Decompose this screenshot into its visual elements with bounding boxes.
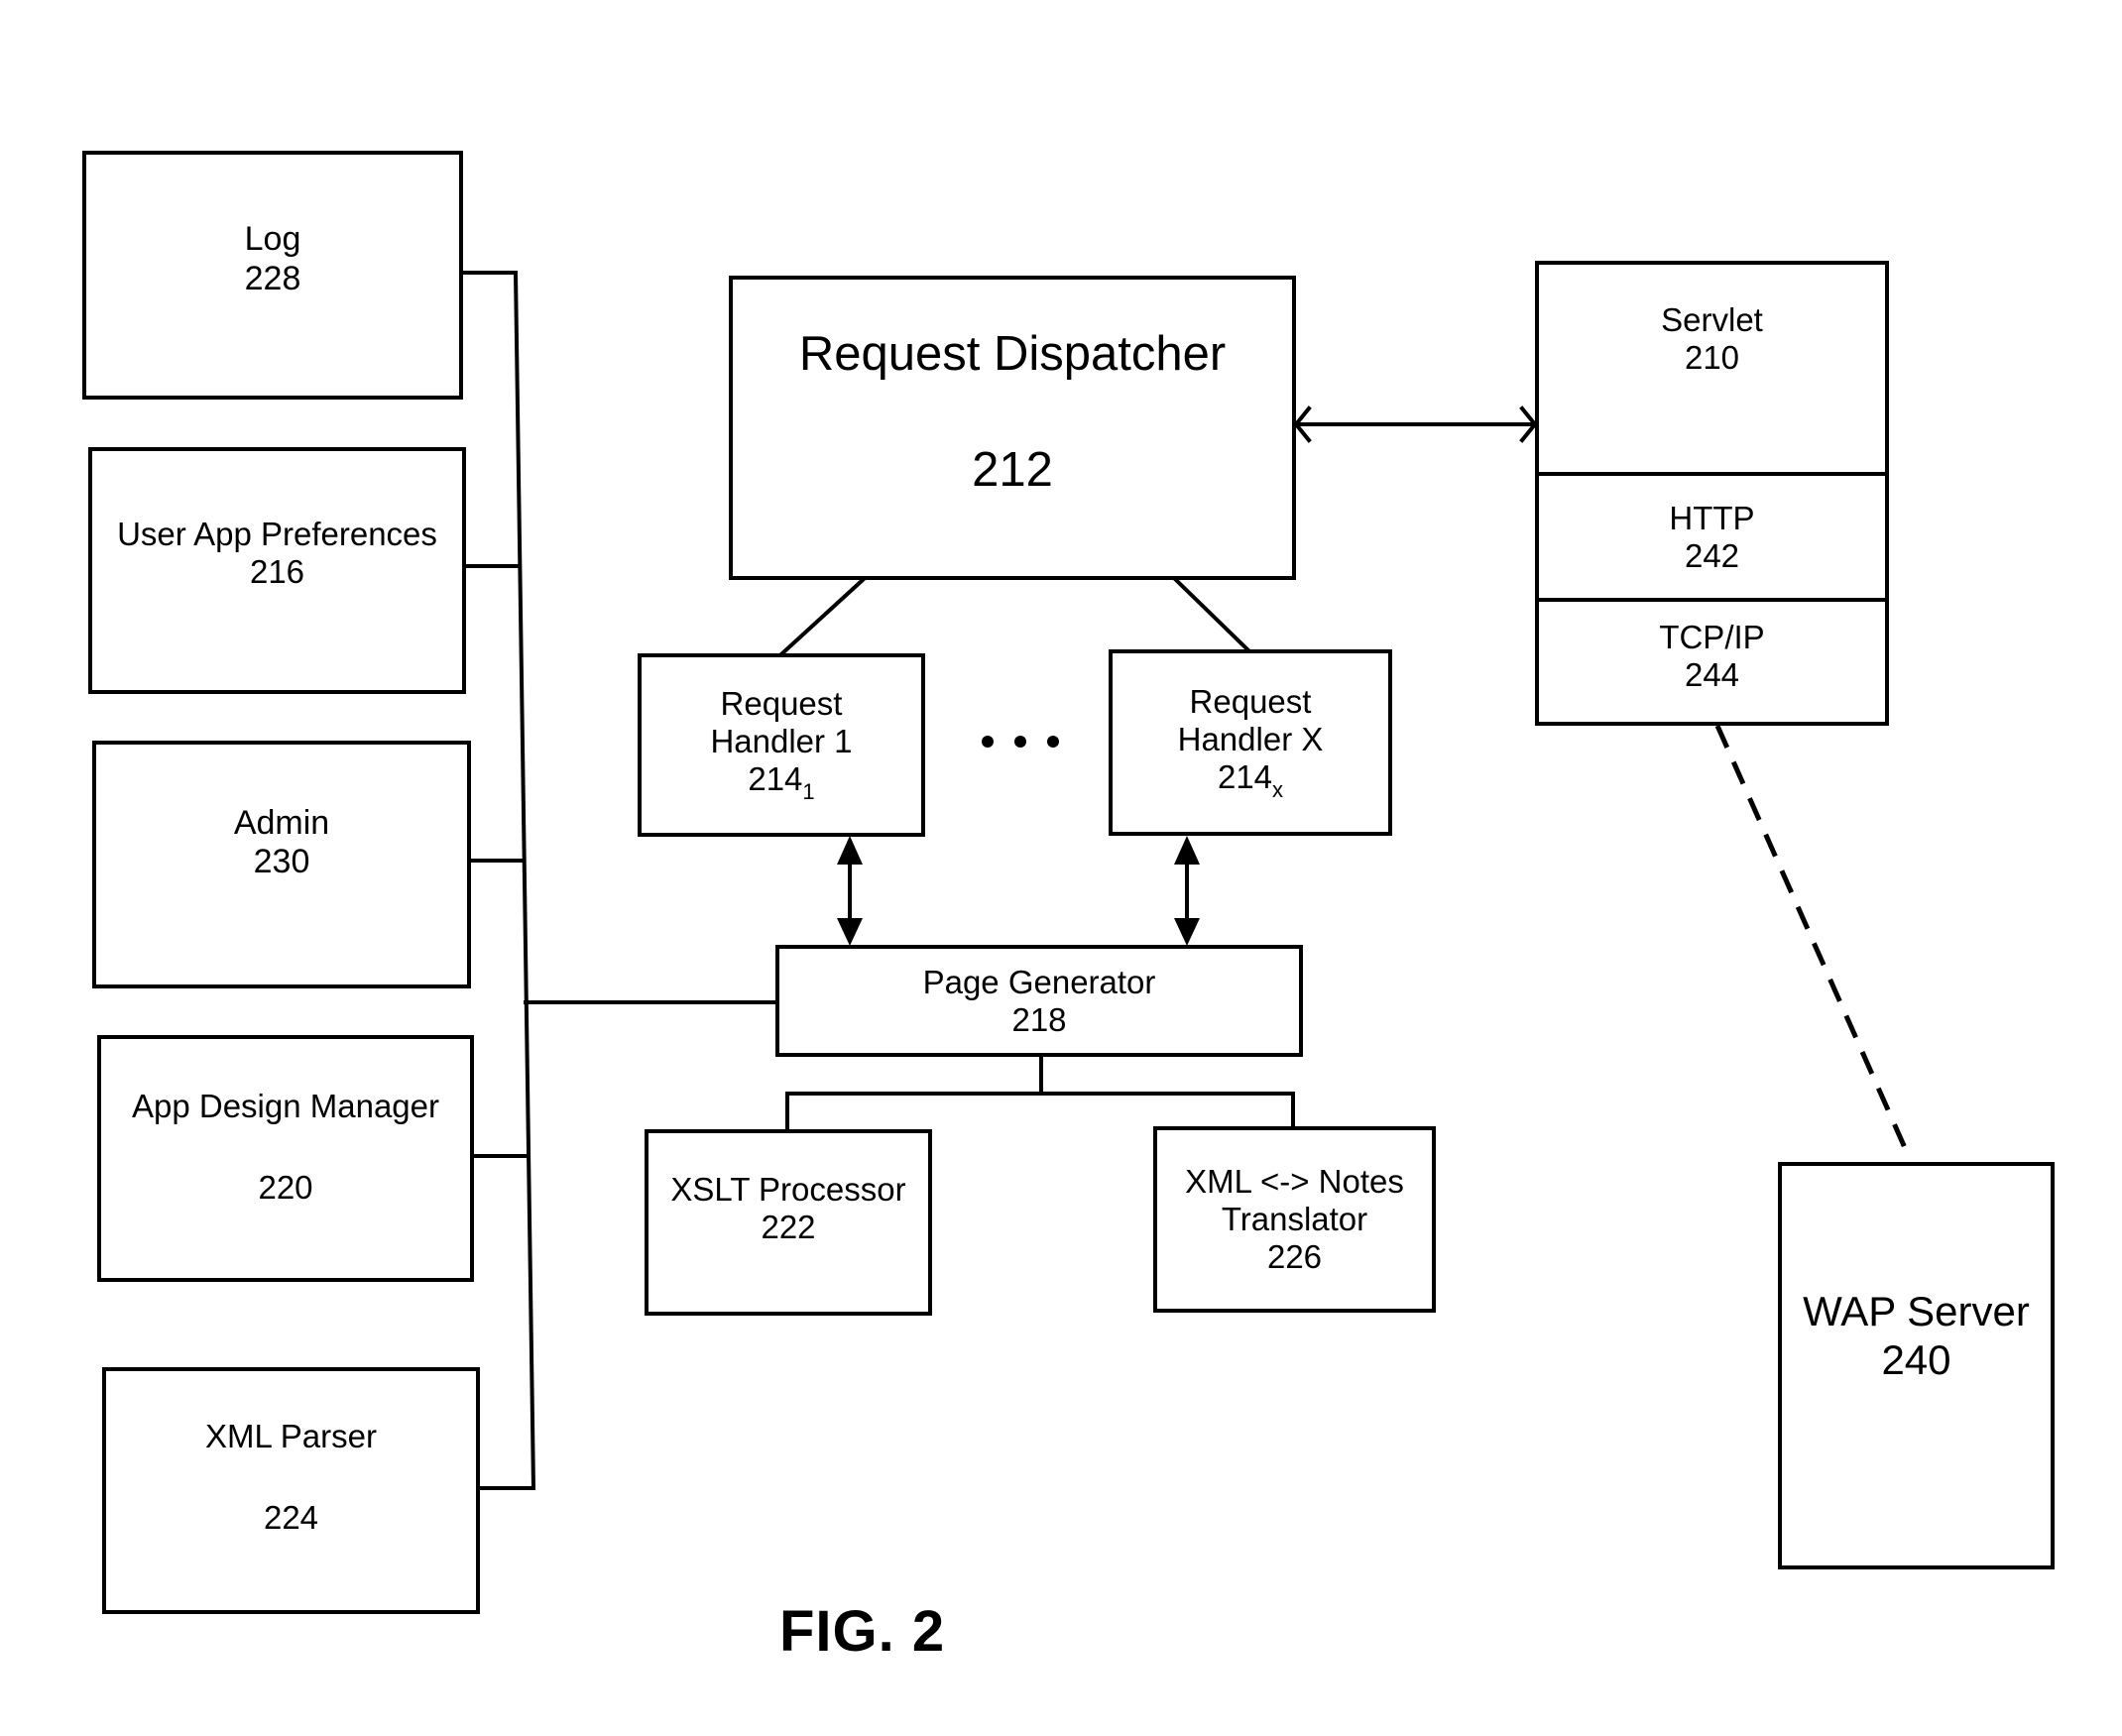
http-label: HTTP bbox=[1669, 499, 1755, 536]
tcpip-ref: 244 bbox=[1684, 655, 1740, 693]
log-ref: 228 bbox=[244, 259, 301, 297]
xslt-processor-label: XSLT Processor bbox=[670, 1171, 906, 1209]
rd-handler1-line bbox=[779, 577, 866, 656]
wap-server-label: WAP Server bbox=[1803, 1288, 2030, 1335]
rd-handlerx-line bbox=[1173, 577, 1250, 652]
request-handler-1-box: Request Handler 1 2141 bbox=[638, 653, 925, 837]
pg-children-bracket bbox=[785, 1092, 1295, 1131]
admin-label: Admin bbox=[233, 803, 330, 842]
handler1-arrowhead-up bbox=[837, 836, 863, 865]
page-generator-box: Page Generator 218 bbox=[775, 945, 1303, 1057]
tcpip-layer: TCP/IP 244 bbox=[1539, 602, 1885, 726]
xml-notes-translator-line1: XML <-> Notes bbox=[1185, 1163, 1404, 1201]
request-handler-x-box: Request Handler X 214x bbox=[1109, 649, 1392, 836]
xml-parser-box: XML Parser 224 bbox=[102, 1367, 480, 1614]
tcpip-label: TCP/IP bbox=[1659, 618, 1765, 655]
servlet-protocol-stack: Servlet 210 HTTP 242 TCP/IP 244 bbox=[1535, 261, 1889, 726]
http-layer: HTTP 242 bbox=[1539, 476, 1885, 602]
admin-box: Admin 230 bbox=[92, 741, 471, 988]
request-handler-x-line1: Request bbox=[1189, 682, 1312, 720]
request-handler-1-subscript: 1 bbox=[802, 779, 815, 805]
admin-ref: 230 bbox=[253, 843, 310, 880]
user-app-preferences-ref: 216 bbox=[249, 552, 305, 590]
xml-notes-translator-ref: 226 bbox=[1266, 1237, 1323, 1275]
xml-parser-label: XML Parser bbox=[205, 1417, 377, 1454]
ellipsis-dot bbox=[982, 736, 994, 748]
wap-server-box: WAP Server 240 bbox=[1778, 1162, 2055, 1569]
request-handler-x-subscript: x bbox=[1272, 776, 1284, 802]
request-dispatcher-box: Request Dispatcher 212 bbox=[729, 276, 1296, 580]
request-handler-x-ref-line: 214x bbox=[1218, 758, 1283, 802]
figure-caption: FIG. 2 bbox=[779, 1599, 946, 1664]
app-design-manager-box: App Design Manager 220 bbox=[97, 1035, 474, 1282]
servlet-ref: 210 bbox=[1684, 338, 1740, 376]
request-dispatcher-ref: 212 bbox=[972, 442, 1053, 497]
request-handler-1-line2: Handler 1 bbox=[710, 723, 853, 760]
servlet-label: Servlet bbox=[1661, 300, 1763, 338]
request-handler-x-line2: Handler X bbox=[1177, 720, 1324, 757]
request-handler-1-ref: 214 bbox=[748, 760, 803, 798]
app-design-manager-ref: 220 bbox=[258, 1168, 313, 1206]
servlet-layer: Servlet 210 bbox=[1539, 265, 1885, 476]
xml-notes-translator-line2: Translator bbox=[1221, 1201, 1368, 1238]
wap-server-ref: 240 bbox=[1881, 1335, 1951, 1383]
ellipsis-dot bbox=[1014, 736, 1026, 748]
xml-notes-translator-box: XML <-> Notes Translator 226 bbox=[1153, 1126, 1436, 1313]
handlerx-arrowhead-down bbox=[1174, 918, 1200, 946]
page-generator-label: Page Generator bbox=[922, 963, 1156, 1000]
request-handler-1-line1: Request bbox=[720, 685, 843, 723]
tcpip-wap-dashed-link bbox=[1714, 724, 1909, 1152]
handler1-arrowhead-down bbox=[837, 918, 863, 946]
log-label: Log bbox=[244, 220, 301, 259]
http-ref: 242 bbox=[1684, 536, 1740, 574]
bus-line bbox=[513, 270, 536, 1491]
user-app-preferences-box: User App Preferences 216 bbox=[88, 447, 466, 694]
handlerx-arrowhead-up bbox=[1174, 836, 1200, 865]
request-dispatcher-label: Request Dispatcher bbox=[798, 327, 1227, 382]
log-box: Log 228 bbox=[82, 151, 463, 400]
xml-parser-ref: 224 bbox=[263, 1498, 319, 1536]
xslt-processor-ref: 222 bbox=[761, 1209, 816, 1245]
request-handler-x-ref: 214 bbox=[1217, 757, 1273, 795]
page-generator-ref: 218 bbox=[1011, 1000, 1067, 1038]
app-design-manager-label: App Design Manager bbox=[131, 1087, 440, 1124]
user-app-preferences-label: User App Preferences bbox=[117, 515, 437, 552]
request-handler-1-ref-line: 2141 bbox=[748, 760, 814, 804]
xslt-processor-box: XSLT Processor 222 bbox=[645, 1129, 932, 1316]
ellipsis-dot bbox=[1047, 736, 1059, 748]
